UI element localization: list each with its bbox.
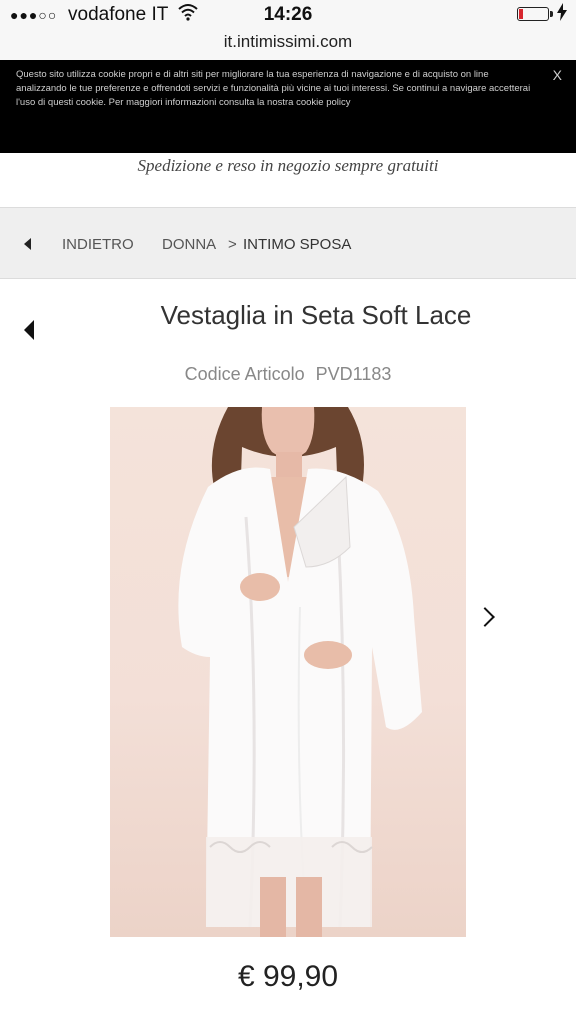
breadcrumb-item-intimo-sposa: INTIMO SPOSA — [243, 236, 352, 253]
product-code-label: Codice Articolo — [184, 364, 305, 384]
breadcrumb-separator: > — [228, 236, 237, 253]
product-title: Vestaglia in Seta Soft Lace — [160, 300, 472, 330]
back-arrow-icon[interactable] — [24, 238, 31, 250]
cookie-banner: Questo sito utilizza cookie propri e di … — [0, 60, 576, 153]
address-bar-url[interactable]: it.intimissimi.com — [0, 32, 576, 52]
battery-level — [519, 9, 524, 19]
lightning-icon — [557, 3, 567, 26]
next-image-arrow-icon[interactable] — [475, 607, 495, 627]
cookie-banner-text: Questo sito utilizza cookie propri e di … — [16, 69, 531, 108]
product-price: € 99,90 — [237, 960, 339, 993]
promo-banner: Spedizione e reso in negozio sempre grat… — [137, 156, 439, 175]
battery-icon — [517, 7, 549, 21]
breadcrumb-item-donna[interactable]: DONNA — [162, 236, 216, 253]
product-code: Codice Articolo PVD1183 — [0, 364, 576, 385]
product-code-value: PVD1183 — [315, 364, 392, 384]
product-page: ●●●○○ vodafone IT 14:26 it.intimissimi.c… — [0, 0, 576, 1024]
battery-cap — [550, 11, 553, 17]
product-image[interactable] — [110, 407, 466, 937]
breadcrumb: INDIETRO DONNA > INTIMO SPOSA — [0, 207, 576, 279]
clock: 14:26 — [263, 4, 313, 25]
status-bar: ●●●○○ vodafone IT 14:26 it.intimissimi.c… — [0, 0, 576, 60]
back-link[interactable]: INDIETRO — [62, 236, 134, 253]
cookie-close-button[interactable]: X — [553, 67, 562, 83]
